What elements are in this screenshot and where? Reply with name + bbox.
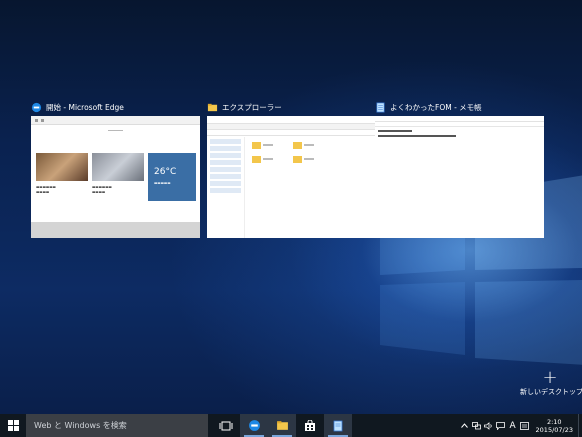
- notepad-text-line: [378, 135, 456, 137]
- search-box[interactable]: Web と Windows を検索: [26, 414, 208, 437]
- page-header: ―――: [108, 128, 123, 134]
- search-placeholder: Web と Windows を検索: [34, 421, 127, 430]
- message-icon: [496, 421, 505, 430]
- new-desktop-button[interactable]: + 新しいデスクトップ: [520, 367, 582, 397]
- window-title: 開始 - Microsoft Edge: [46, 102, 124, 112]
- weather-card: 26°C ▬▬▬▬▬: [148, 153, 196, 201]
- taskbar-app-store[interactable]: [296, 414, 324, 437]
- taskbar-app-edge[interactable]: [240, 414, 268, 437]
- show-hidden-icons-button[interactable]: [459, 414, 471, 437]
- taskbar-app-notepad[interactable]: [324, 414, 352, 437]
- task-view-window-explorer[interactable]: エクスプローラー: [207, 100, 376, 238]
- window-title-bar: よくわかったFOM - メモ帳: [375, 100, 544, 114]
- chevron-up-icon: [461, 423, 468, 428]
- desktop-background: 開始 - Microsoft Edge ――― ▬▬▬▬▬▬ ▬▬▬▬ ▬▬▬▬▬…: [0, 0, 582, 414]
- new-desktop-label: 新しいデスクトップ: [520, 388, 582, 396]
- folder-label: [263, 158, 273, 160]
- folder-icon: [293, 156, 302, 163]
- news-image: [36, 153, 88, 181]
- page-footer-images: [31, 222, 200, 238]
- folder-label: [304, 158, 314, 160]
- system-tray: A 2:10 2015/07/23: [459, 414, 582, 437]
- explorer-address-bar: [207, 130, 376, 136]
- edge-icon: [248, 420, 260, 431]
- folder-icon: [276, 421, 288, 430]
- network-icon: [472, 421, 481, 429]
- explorer-titlebar: [207, 116, 376, 124]
- taskbar: Web と Windows を検索 A 2:10 2015/07/23: [0, 414, 582, 437]
- window-title: エクスプローラー: [222, 102, 282, 112]
- window-title-bar: 開始 - Microsoft Edge: [31, 100, 200, 114]
- explorer-nav-pane: [207, 137, 245, 238]
- folder-label: [304, 144, 314, 146]
- folder-label: [263, 144, 273, 146]
- windows-logo-icon: [7, 420, 19, 431]
- folder-icon: [252, 142, 261, 149]
- window-thumbnail[interactable]: ――― ▬▬▬▬▬▬ ▬▬▬▬ ▬▬▬▬▬▬ ▬▬▬▬ 26°C ▬▬▬▬▬: [31, 116, 200, 238]
- clock-date: 2015/07/23: [535, 425, 573, 434]
- notepad-text-line: [378, 130, 412, 132]
- folder-icon: [293, 142, 302, 149]
- weather-temp: 26°C: [154, 167, 177, 177]
- taskbar-app-explorer[interactable]: [268, 414, 296, 437]
- speaker-icon: [484, 421, 492, 430]
- keyboard-icon: [520, 421, 529, 430]
- task-view-window-notepad[interactable]: よくわかったFOM - メモ帳: [375, 100, 544, 238]
- news-text: ▬▬▬▬▬▬ ▬▬▬▬: [92, 185, 112, 194]
- notepad-menubar: [375, 122, 544, 127]
- notepad-icon: [376, 102, 385, 112]
- folder-icon: [207, 103, 218, 111]
- start-button[interactable]: [0, 414, 26, 437]
- action-center-button[interactable]: [495, 414, 507, 437]
- ime-mode-indicator[interactable]: A: [507, 414, 519, 437]
- weather-detail: ▬▬▬▬▬: [154, 181, 171, 185]
- task-view-window-edge[interactable]: 開始 - Microsoft Edge ――― ▬▬▬▬▬▬ ▬▬▬▬ ▬▬▬▬▬…: [31, 100, 200, 238]
- network-button[interactable]: [471, 414, 483, 437]
- folder-icon: [252, 156, 261, 163]
- task-view-button[interactable]: [212, 414, 240, 437]
- volume-button[interactable]: [483, 414, 495, 437]
- show-desktop-button[interactable]: [578, 414, 582, 437]
- window-title: よくわかったFOM - メモ帳: [390, 102, 482, 112]
- browser-toolbar: [31, 116, 200, 125]
- news-section: ▬▬▬▬▬▬ ▬▬▬▬ ▬▬▬▬▬▬ ▬▬▬▬: [36, 153, 146, 215]
- news-text: ▬▬▬▬▬▬ ▬▬▬▬: [36, 185, 56, 194]
- notepad-icon: [333, 420, 343, 431]
- news-image: [92, 153, 144, 181]
- plus-icon: +: [542, 367, 558, 388]
- store-icon: [305, 419, 315, 431]
- ime-menu-button[interactable]: [519, 414, 531, 437]
- clock[interactable]: 2:10 2015/07/23: [531, 418, 578, 434]
- window-thumbnail[interactable]: [207, 116, 376, 238]
- edge-icon: [31, 102, 42, 112]
- window-thumbnail[interactable]: [375, 116, 544, 238]
- clock-time: 2:10: [546, 417, 562, 426]
- task-view-icon: [219, 421, 233, 430]
- window-title-bar: エクスプローラー: [207, 100, 376, 114]
